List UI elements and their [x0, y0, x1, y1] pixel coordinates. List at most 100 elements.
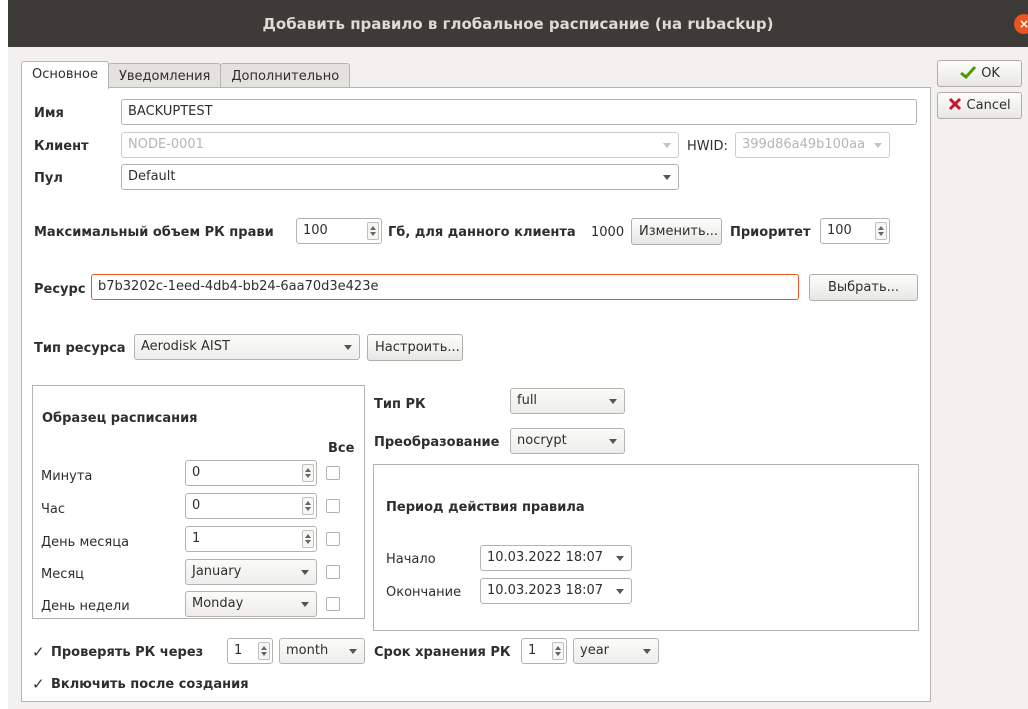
chevron-down-icon: [663, 175, 671, 180]
retention-unit-value: year: [580, 643, 610, 658]
end-value: 10.03.2023 18:07: [487, 583, 604, 598]
check-unit-select[interactable]: month: [279, 638, 365, 664]
name-input[interactable]: BACKUPTEST: [121, 99, 917, 125]
chevron-down-icon: [616, 556, 624, 561]
weekday-select[interactable]: Monday: [185, 591, 317, 617]
name-label: Имя: [34, 106, 64, 121]
minute-label: Минута: [41, 469, 93, 484]
retention-value: 1: [528, 643, 537, 658]
hwid-select[interactable]: 399d86a49b100aa: [735, 132, 890, 158]
spin-arrows-icon[interactable]: [875, 222, 887, 240]
configure-button[interactable]: Настроить...: [367, 334, 463, 361]
window-title: Добавить правило в глобальное расписание…: [262, 14, 774, 33]
priority-spinbox[interactable]: 100: [820, 218, 890, 244]
client-select[interactable]: NODE-0001: [121, 132, 679, 158]
start-datetime[interactable]: 10.03.2022 18:07: [480, 545, 632, 571]
client-value: NODE-0001: [128, 137, 204, 152]
day-of-month-label: День месяца: [41, 535, 130, 550]
month-label: Месяц: [41, 567, 85, 582]
check-backup-label: Проверять РК через: [51, 645, 204, 660]
schedule-title: Образец расписания: [42, 411, 198, 426]
change-button[interactable]: Изменить...: [631, 218, 722, 245]
transform-label: Преобразование: [374, 435, 500, 450]
day-of-month-value: 1: [192, 531, 201, 546]
client-total-value: 1000: [591, 225, 625, 240]
priority-label: Приоритет: [730, 225, 811, 240]
ok-button[interactable]: OK: [937, 60, 1022, 87]
resource-input[interactable]: b7b3202c-1eed-4db4-bb24-6aa70d3e423e: [91, 274, 799, 300]
hour-label: Час: [41, 502, 66, 517]
close-icon[interactable]: ×: [1014, 14, 1028, 34]
cancel-button[interactable]: Cancel: [937, 92, 1022, 119]
month-all-checkbox[interactable]: [326, 565, 340, 579]
dialog-body: Основное Уведомления Дополнительно OK Ca…: [8, 47, 1028, 709]
main-tab-pane: Имя BACKUPTEST Клиент NODE-0001 HWID: 39…: [21, 87, 931, 702]
retention-unit-select[interactable]: year: [573, 638, 659, 664]
weekday-value: Monday: [192, 596, 244, 611]
day-of-month-spinbox[interactable]: 1: [185, 526, 317, 552]
resource-type-select[interactable]: Aerodisk AIST: [134, 334, 360, 360]
resource-type-value: Aerodisk AIST: [141, 339, 230, 354]
period-group: Период действия правила Начало 10.03.202…: [373, 464, 919, 631]
end-label: Окончание: [386, 585, 462, 600]
month-select[interactable]: January: [185, 559, 317, 585]
chevron-down-icon: [301, 602, 309, 607]
tab-main[interactable]: Основное: [21, 61, 109, 89]
retention-label: Срок хранения РК: [374, 645, 511, 660]
max-volume-label: Максимальный объем РК прави: [34, 225, 274, 240]
transform-select[interactable]: nocrypt: [510, 428, 625, 454]
minute-all-checkbox[interactable]: [326, 466, 340, 480]
tab-additional[interactable]: Дополнительно: [220, 63, 351, 90]
gb-label: Гб, для данного клиента: [388, 225, 576, 240]
hour-spinbox[interactable]: 0: [185, 493, 317, 519]
max-volume-spinbox[interactable]: 100: [296, 218, 382, 244]
enable-after-create-checkbox[interactable]: ✓: [32, 675, 45, 693]
spin-arrows-icon[interactable]: [258, 642, 270, 660]
end-datetime[interactable]: 10.03.2023 18:07: [480, 578, 632, 604]
backup-type-select[interactable]: full: [510, 388, 625, 414]
spin-arrows-icon[interactable]: [302, 464, 314, 482]
cancel-label: Cancel: [966, 98, 1011, 113]
choose-button[interactable]: Выбрать...: [809, 274, 918, 301]
chevron-down-icon: [609, 439, 617, 444]
backup-type-value: full: [517, 393, 538, 408]
transform-value: nocrypt: [517, 433, 567, 448]
hour-value: 0: [192, 498, 201, 513]
chevron-down-icon: [874, 143, 882, 148]
check-interval-value: 1: [234, 643, 243, 658]
weekday-label: День недели: [41, 599, 130, 614]
schedule-group: Образец расписания Все Минута 0 Час 0 Де…: [32, 385, 365, 619]
resource-label: Ресурс: [34, 282, 86, 297]
spin-arrows-icon[interactable]: [302, 530, 314, 548]
hour-all-checkbox[interactable]: [326, 499, 340, 513]
check-interval-spinbox[interactable]: 1: [227, 638, 273, 664]
hwid-value: 399d86a49b100aa: [742, 137, 866, 152]
hwid-label: HWID:: [687, 139, 728, 154]
chevron-down-icon: [643, 649, 651, 654]
check-backup-checkbox[interactable]: ✓: [32, 643, 45, 661]
cancel-x-icon: [949, 97, 962, 111]
priority-value: 100: [827, 223, 852, 238]
chevron-down-icon: [616, 589, 624, 594]
chevron-down-icon: [663, 143, 671, 148]
spin-arrows-icon[interactable]: [552, 642, 564, 660]
day-of-month-all-checkbox[interactable]: [326, 532, 340, 546]
pool-select[interactable]: Default: [121, 164, 679, 190]
month-value: January: [192, 564, 242, 579]
chevron-down-icon: [609, 399, 617, 404]
retention-spinbox[interactable]: 1: [521, 638, 567, 664]
spin-arrows-icon[interactable]: [367, 222, 379, 240]
chevron-down-icon: [349, 649, 357, 654]
chevron-down-icon: [344, 345, 352, 350]
title-bar: Добавить правило в глобальное расписание…: [8, 0, 1028, 47]
minute-spinbox[interactable]: 0: [185, 460, 317, 486]
resource-type-label: Тип ресурса: [34, 341, 126, 356]
start-value: 10.03.2022 18:07: [487, 550, 604, 565]
weekday-all-checkbox[interactable]: [326, 597, 340, 611]
start-label: Начало: [386, 552, 436, 567]
spin-arrows-icon[interactable]: [302, 497, 314, 515]
pool-value: Default: [128, 169, 176, 184]
max-volume-value: 100: [303, 223, 328, 238]
all-label: Все: [328, 441, 355, 456]
tab-notifications[interactable]: Уведомления: [107, 63, 222, 90]
